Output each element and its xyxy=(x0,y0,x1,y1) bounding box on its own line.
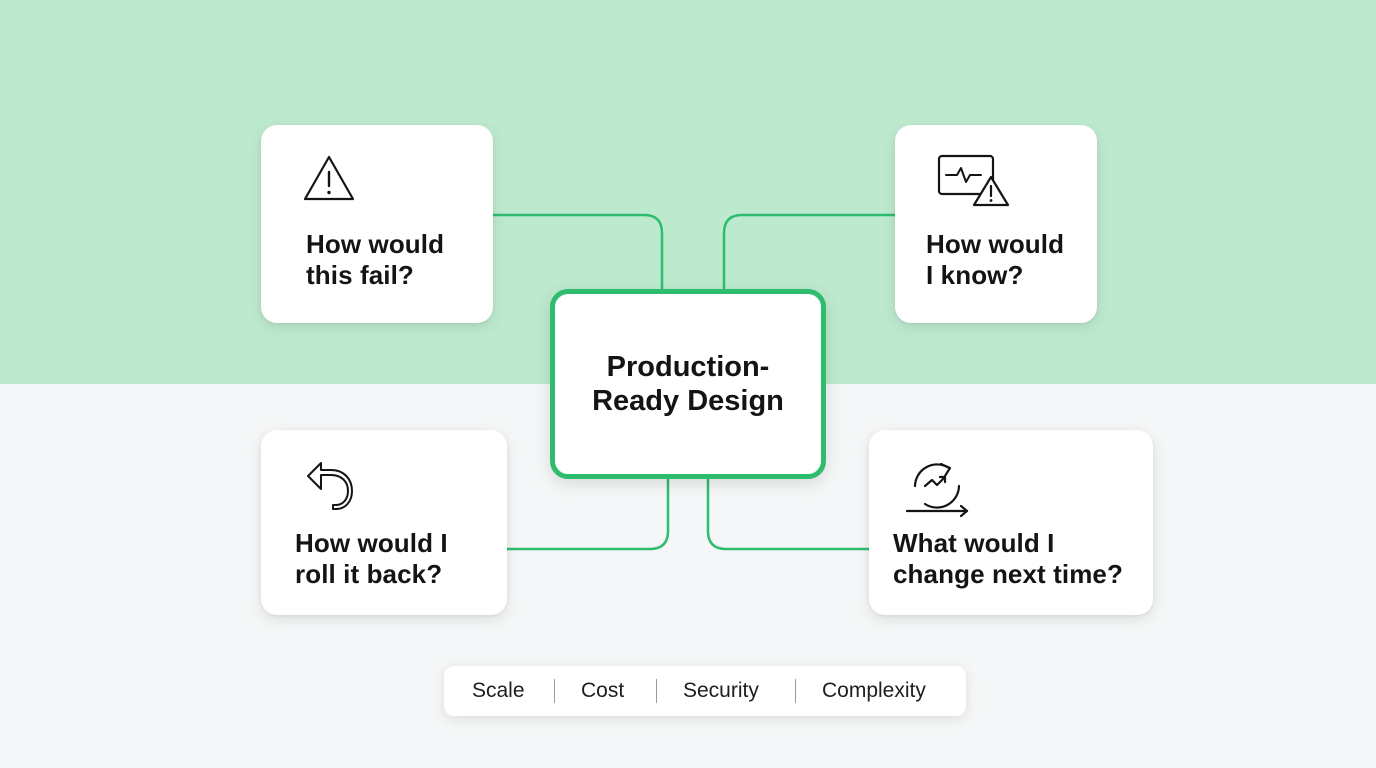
question-text-fail: How would this fail? xyxy=(306,229,445,290)
question-text-rollback: How would I roll it back? xyxy=(295,528,448,589)
tag-divider xyxy=(656,679,657,703)
tag-security: Security xyxy=(683,679,759,702)
question-card-fail: How would this fail? xyxy=(261,125,493,323)
tag-scale: Scale xyxy=(472,679,525,702)
tag-cost: Cost xyxy=(581,679,625,702)
tag-complexity: Complexity xyxy=(822,679,926,702)
tag-divider xyxy=(795,679,796,703)
tag-bar: Scale Cost Security Complexity xyxy=(444,666,966,716)
central-node-title: Production- Ready Design xyxy=(592,351,784,417)
question-card-know: How would I know? xyxy=(895,125,1097,323)
tag-divider xyxy=(554,679,555,703)
monitor-alert-icon xyxy=(937,154,1010,207)
question-card-change: What would I change next time? xyxy=(869,430,1153,615)
central-node: Production- Ready Design xyxy=(550,289,826,479)
undo-arrow-icon xyxy=(307,462,353,510)
question-text-change: What would I change next time? xyxy=(893,528,1123,589)
cycle-trend-icon xyxy=(905,462,969,518)
warning-triangle-icon xyxy=(303,155,355,201)
question-text-know: How would I know? xyxy=(926,229,1065,290)
question-card-rollback: How would I roll it back? xyxy=(261,430,507,615)
